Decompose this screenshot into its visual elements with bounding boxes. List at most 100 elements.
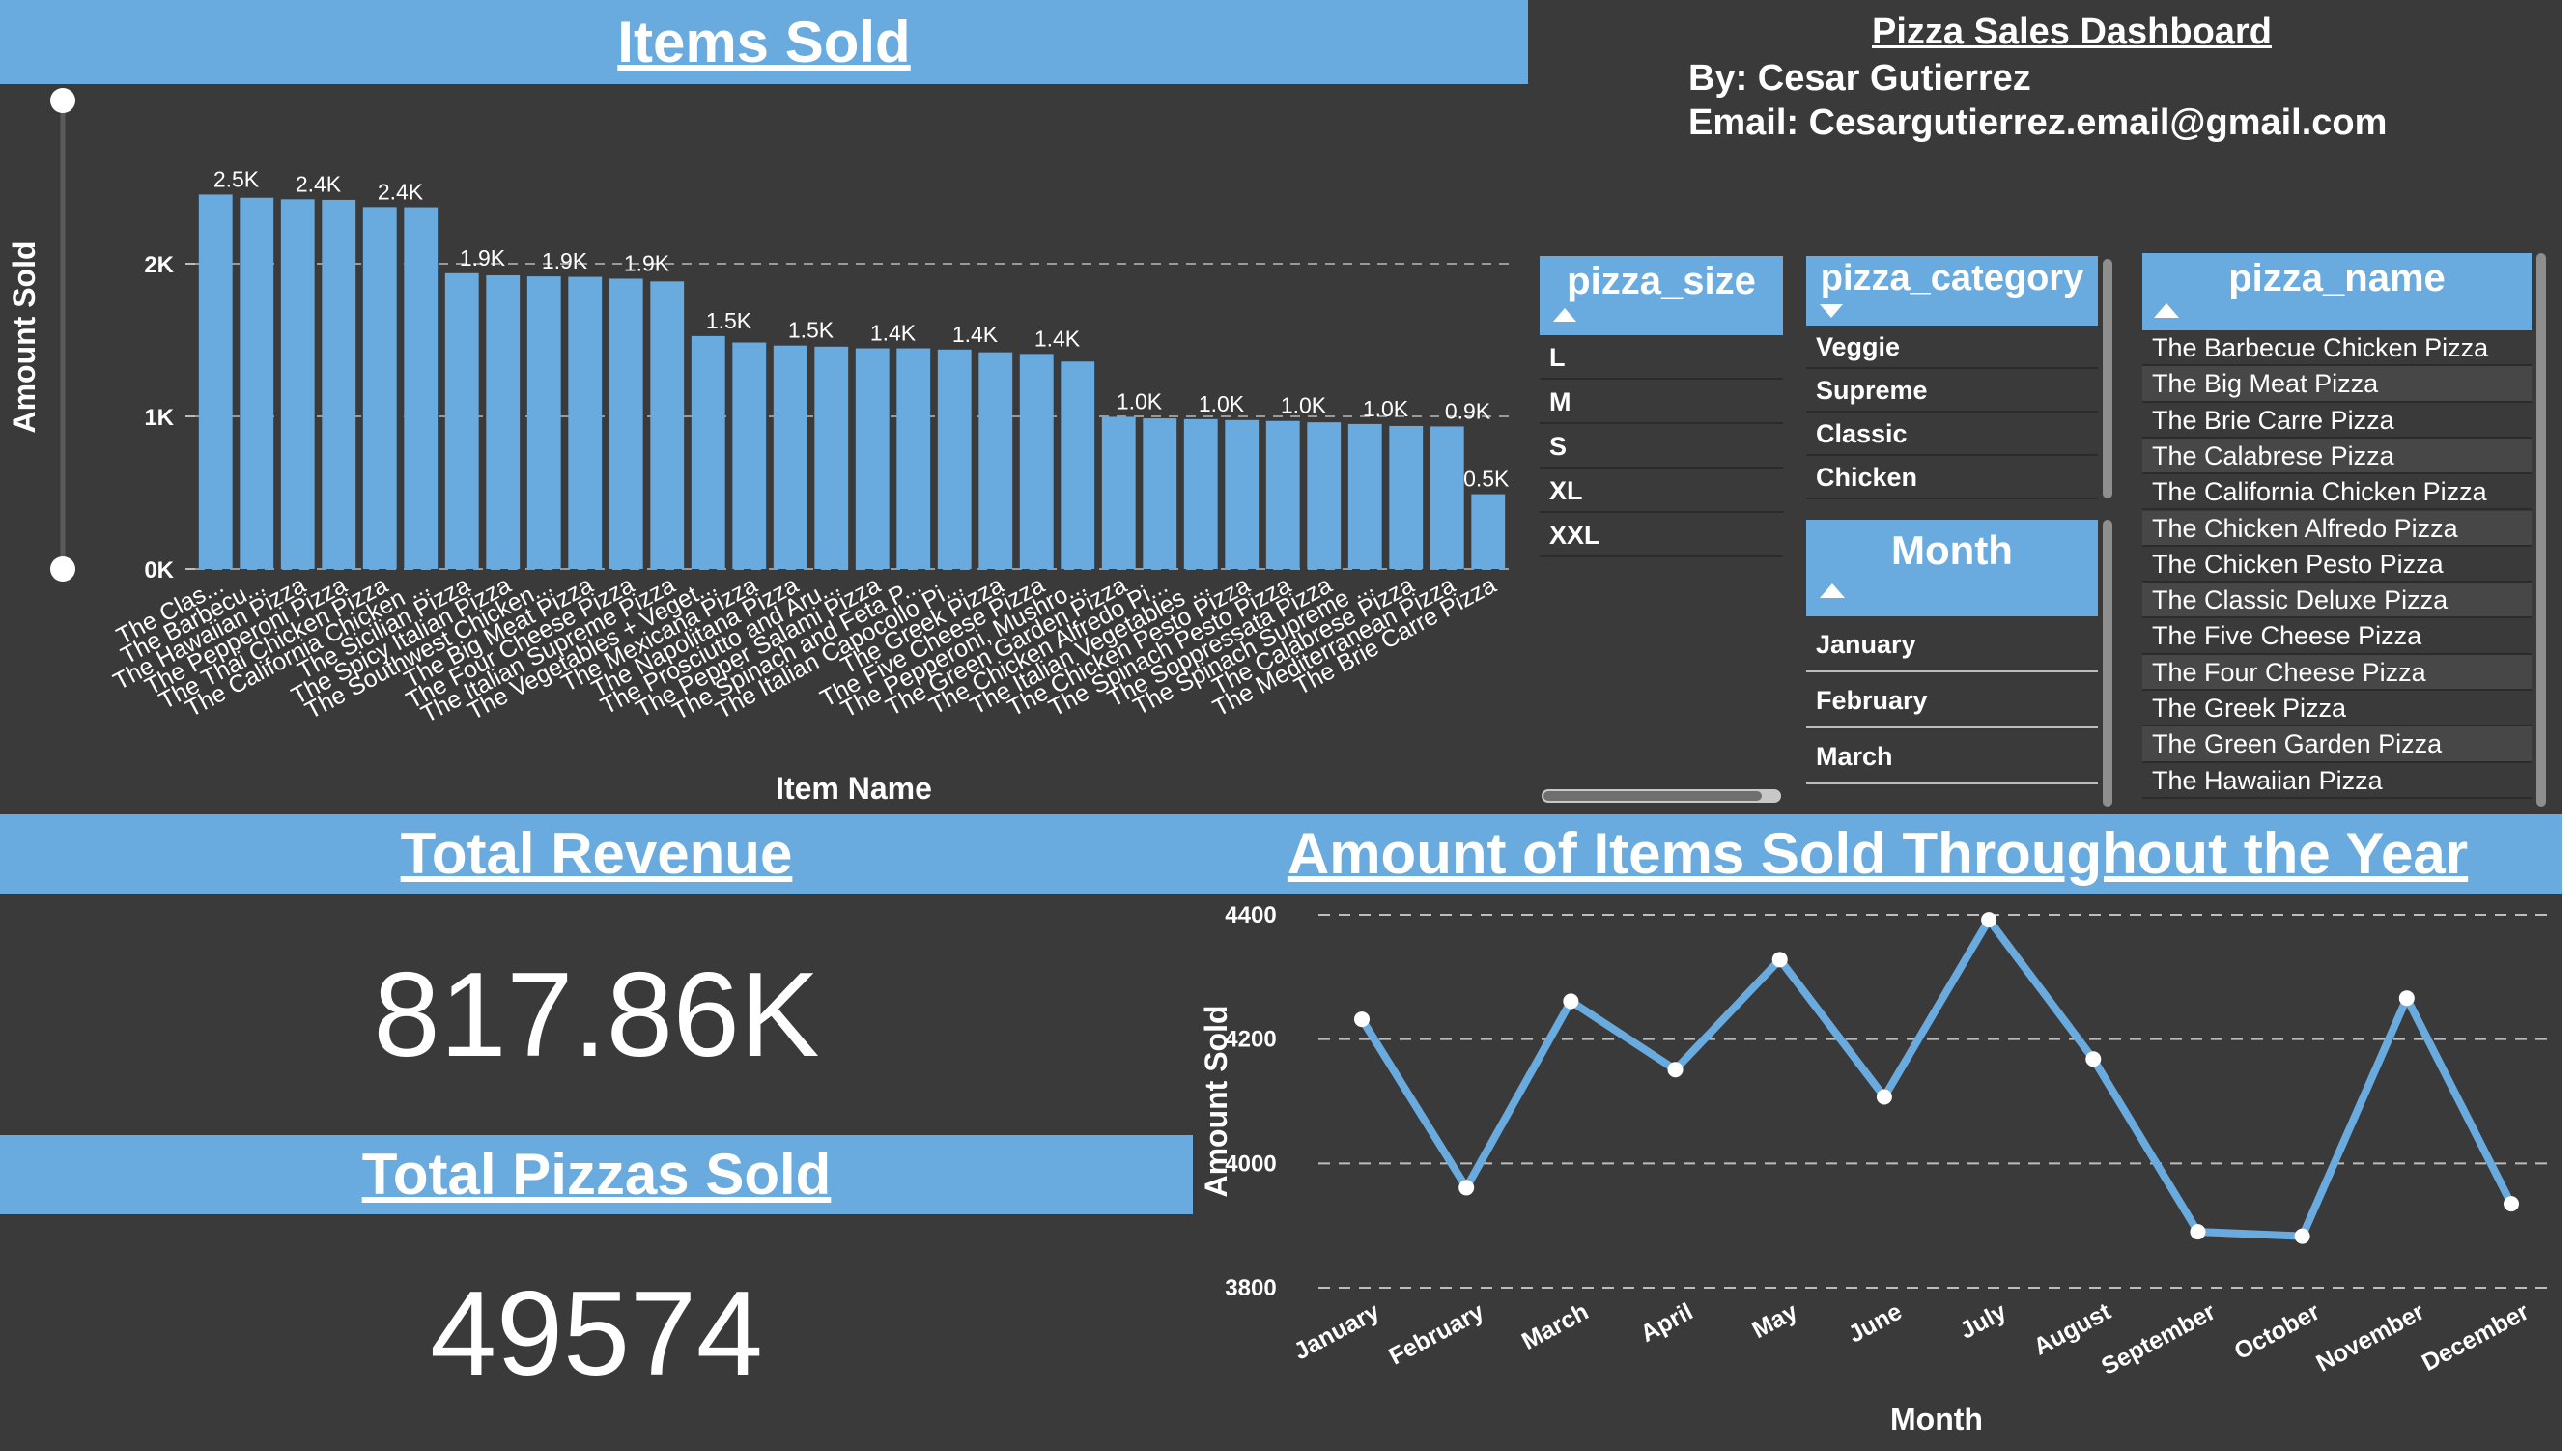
bar[interactable] bbox=[486, 275, 521, 569]
bar[interactable] bbox=[568, 276, 603, 569]
x-category-label: February bbox=[1384, 1298, 1488, 1371]
y-tick-label: 1K bbox=[144, 405, 174, 431]
bar[interactable] bbox=[526, 276, 561, 569]
data-point[interactable] bbox=[1667, 1062, 1684, 1078]
bar[interactable] bbox=[404, 207, 439, 569]
month-option[interactable]: March bbox=[1806, 728, 2098, 784]
data-point[interactable] bbox=[1458, 1180, 1475, 1196]
pizza-category-header-label: pizza_category bbox=[1820, 258, 2084, 299]
data-point[interactable] bbox=[2294, 1228, 2310, 1244]
sort-down-icon[interactable] bbox=[1820, 304, 1843, 318]
pizza-size-option[interactable]: XXL bbox=[1540, 513, 1783, 557]
pizza-name-option[interactable]: The Greek Pizza bbox=[2142, 691, 2532, 727]
bar[interactable] bbox=[773, 345, 807, 569]
bar[interactable] bbox=[1019, 354, 1054, 569]
pizza-name-option[interactable]: The California Chicken Pizza bbox=[2142, 474, 2532, 511]
bar[interactable] bbox=[1307, 422, 1342, 569]
pizza-name-option[interactable]: The Chicken Pesto Pizza bbox=[2142, 547, 2532, 583]
sort-up-icon[interactable] bbox=[1820, 583, 1845, 598]
month-option[interactable]: January bbox=[1806, 616, 2098, 672]
pizza-name-option[interactable]: The Calabrese Pizza bbox=[2142, 438, 2532, 475]
data-point[interactable] bbox=[1981, 912, 1997, 928]
range-slider-handle[interactable] bbox=[50, 88, 75, 113]
bar[interactable] bbox=[1265, 420, 1300, 569]
bar[interactable] bbox=[1389, 425, 1424, 569]
pizza-name-option[interactable]: The Four Cheese Pizza bbox=[2142, 654, 2532, 691]
bar[interactable] bbox=[362, 207, 397, 569]
bar-data-label: 1.0K bbox=[1117, 388, 1163, 413]
pizza-size-option[interactable]: L bbox=[1540, 335, 1783, 380]
pizza-name-option[interactable]: The Five Cheese Pizza bbox=[2142, 618, 2532, 655]
bar[interactable] bbox=[1225, 419, 1260, 569]
bar-data-label: 1.4K bbox=[870, 321, 917, 346]
pizza-category-option[interactable]: Chicken bbox=[1806, 456, 2098, 499]
bar[interactable] bbox=[855, 348, 890, 569]
category-scrollbar[interactable] bbox=[2103, 259, 2112, 498]
bar[interactable] bbox=[978, 352, 1013, 569]
sort-up-icon[interactable] bbox=[1553, 308, 1576, 322]
pizza-size-header[interactable]: pizza_size bbox=[1540, 256, 1783, 335]
y-tick-label: 2K bbox=[144, 252, 174, 278]
data-point[interactable] bbox=[1876, 1089, 1892, 1105]
x-axis-title: Month bbox=[1890, 1402, 1983, 1437]
pizza-name-header-label: pizza_name bbox=[2228, 257, 2446, 299]
bar[interactable] bbox=[1101, 416, 1136, 569]
pizza-category-option[interactable]: Veggie bbox=[1806, 326, 2098, 369]
bar[interactable] bbox=[896, 348, 931, 569]
pizza-category-option[interactable]: Supreme bbox=[1806, 369, 2098, 413]
x-category-label: December bbox=[2418, 1297, 2534, 1377]
data-point[interactable] bbox=[2504, 1196, 2519, 1212]
bar[interactable] bbox=[1471, 494, 1506, 569]
bar[interactable] bbox=[198, 194, 233, 569]
x-category-label: March bbox=[1517, 1298, 1593, 1355]
pizza-size-option[interactable]: XL bbox=[1540, 469, 1783, 513]
bar[interactable] bbox=[444, 272, 479, 569]
pizza-size-option[interactable]: S bbox=[1540, 424, 1783, 469]
bar[interactable] bbox=[1183, 418, 1218, 569]
bar[interactable] bbox=[1143, 418, 1177, 569]
bar-data-label: 1.5K bbox=[706, 308, 752, 333]
pizza-category-option[interactable]: Classic bbox=[1806, 413, 2098, 456]
pizza-name-header[interactable]: pizza_name bbox=[2142, 253, 2532, 330]
data-point[interactable] bbox=[2085, 1051, 2102, 1067]
month-option[interactable]: February bbox=[1806, 672, 2098, 728]
pizza-name-scrollbar[interactable] bbox=[2536, 253, 2546, 807]
bar[interactable] bbox=[609, 278, 643, 569]
bar[interactable] bbox=[691, 335, 725, 569]
data-point[interactable] bbox=[1354, 1011, 1370, 1028]
pizza-name-option[interactable]: The Classic Deluxe Pizza bbox=[2142, 583, 2532, 619]
data-point[interactable] bbox=[2398, 990, 2415, 1007]
bar[interactable] bbox=[1347, 423, 1382, 569]
monthly-line-chart: 3800400042004400January February March Apri… bbox=[1199, 902, 2555, 1437]
bar[interactable] bbox=[814, 346, 849, 569]
pizza-name-option[interactable]: The Hawaiian Pizza bbox=[2142, 763, 2532, 799]
range-slider-handle[interactable] bbox=[50, 556, 75, 582]
pizza-category-header[interactable]: pizza_category bbox=[1806, 256, 2098, 326]
bar[interactable] bbox=[732, 342, 767, 569]
month-scrollbar[interactable] bbox=[2103, 520, 2112, 807]
pizza-name-option[interactable]: The Green Garden Pizza bbox=[2142, 726, 2532, 763]
pizza-name-option[interactable]: The Brie Carre Pizza bbox=[2142, 403, 2532, 439]
bar[interactable] bbox=[1430, 426, 1464, 569]
bar[interactable] bbox=[280, 199, 315, 569]
bar[interactable] bbox=[650, 281, 685, 569]
series-line[interactable] bbox=[1358, 916, 2515, 1240]
bar[interactable] bbox=[937, 349, 972, 569]
bar[interactable] bbox=[240, 197, 274, 569]
bar[interactable] bbox=[1061, 361, 1095, 569]
total-revenue-title: Total Revenue bbox=[0, 814, 1193, 894]
bar-data-label: 1.9K bbox=[460, 245, 506, 270]
pizza-size-option[interactable]: M bbox=[1540, 380, 1783, 424]
pizza-name-option[interactable]: The Big Meat Pizza bbox=[2142, 366, 2532, 403]
data-point[interactable] bbox=[1771, 952, 1788, 968]
sort-up-icon[interactable] bbox=[2154, 303, 2179, 318]
horizontal-scrollbar[interactable] bbox=[1542, 789, 1781, 803]
data-point[interactable] bbox=[2190, 1224, 2206, 1240]
scrollbar-thumb[interactable] bbox=[1543, 791, 1762, 801]
pizza-name-option[interactable]: The Barbecue Chicken Pizza bbox=[2142, 330, 2532, 367]
pizza-name-option[interactable]: The Chicken Alfredo Pizza bbox=[2142, 510, 2532, 547]
bar[interactable] bbox=[322, 199, 356, 569]
month-header[interactable]: Month bbox=[1806, 520, 2098, 616]
data-point[interactable] bbox=[1563, 993, 1579, 1010]
bar-data-label: 1.9K bbox=[542, 248, 588, 273]
